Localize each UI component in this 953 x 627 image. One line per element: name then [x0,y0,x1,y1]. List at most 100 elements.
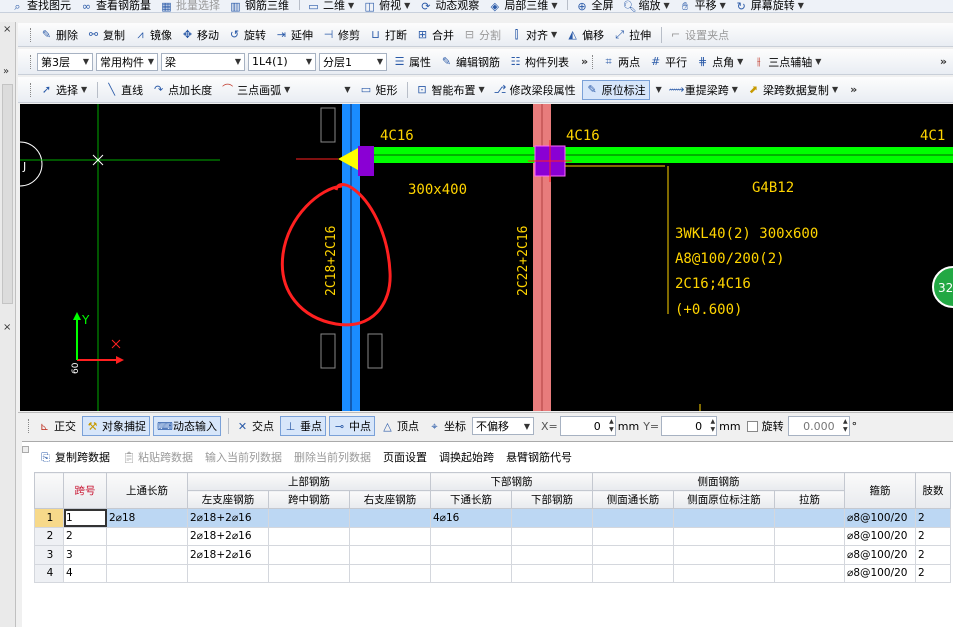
component-list-button[interactable]: ☷ 构件列表 [506,52,572,72]
span-cell[interactable]: 2 [63,526,107,546]
point-plus-length-button[interactable]: ↷ 点加长度 [149,80,215,100]
attribute-button[interactable]: ☰ 属性 [390,52,434,72]
bottom-rebar-cell[interactable] [511,545,593,565]
bottom-through-cell[interactable] [430,545,512,565]
rotate-button[interactable]: ↺ 旋转 [225,25,269,45]
top-through-header[interactable]: 上通长筋 [106,472,188,509]
find-element-button[interactable]: ⌕ 查找图元 [8,0,74,12]
side-through-cell[interactable] [592,526,674,546]
mid-span-cell[interactable] [268,563,350,583]
span-cell[interactable]: 1 [63,508,107,528]
table-row[interactable]: 3 3 2⌀18+2⌀16 ⌀8@100/20 2 [34,545,951,565]
mirror-button[interactable]: ⩘ 镜像 [131,25,175,45]
ortho-toggle[interactable]: ⊾ 正交 [35,416,79,436]
more-chevron-icon[interactable]: » [940,55,947,68]
sublayer-select[interactable]: 分层1 ▼ [319,52,387,71]
stretch-button[interactable]: ⤢ 拉伸 [610,25,654,45]
legs-header[interactable]: 肢数 [915,472,951,509]
spinner-icon[interactable]: ▲ ▼ [843,418,848,434]
element-select[interactable]: 1L4(1) ▼ [248,52,316,71]
side-inplace-cell[interactable] [673,563,775,583]
intersection-snap[interactable]: ✕ 交点 [233,416,277,436]
more-chevron-icon[interactable]: » [850,83,857,96]
three-point-arc-dropdown[interactable]: ⌒ 三点画弧 ▼ [218,80,293,100]
legs-cell[interactable]: 2 [915,508,951,528]
span-no-header[interactable]: 跨号 [63,472,107,509]
zoom-dropdown[interactable]: 🔍︎ 缩放 ▼ [619,0,672,12]
toolbar-grip[interactable] [592,54,595,69]
bottom-through-header[interactable]: 下通长筋 [430,490,512,509]
right-support-cell[interactable] [349,526,431,546]
row-number[interactable]: 3 [34,545,64,565]
close-icon[interactable]: × [3,322,11,333]
bottom-rebar-header[interactable]: 下部钢筋 [511,490,593,509]
category-select[interactable]: 常用构件 ▼ [96,52,158,71]
bottom-rebar-cell[interactable] [511,563,593,583]
extend-button[interactable]: ⇥ 延伸 [272,25,316,45]
dropdown-arrow-icon[interactable]: ▼ [656,85,662,94]
toolbar-grip[interactable] [28,419,31,433]
offset-mode-select[interactable]: 不偏移 ▼ [472,417,534,435]
mid-span-cell[interactable] [268,508,350,528]
left-support-cell[interactable]: 2⌀18+2⌀16 [187,545,269,565]
side-inplace-cell[interactable] [673,545,775,565]
left-support-cell[interactable]: 2⌀18+2⌀16 [187,526,269,546]
top-through-cell[interactable]: 2⌀18 [106,508,188,528]
left-support-cell[interactable]: 2⌀18+2⌀16 [187,508,269,528]
span-data-copy-dropdown[interactable]: ⬈ 梁跨数据复制 ▼ [744,80,841,100]
side-through-header[interactable]: 侧面通长筋 [592,490,674,509]
rectangle-button[interactable]: ▭ 矩形 [356,80,400,100]
side-inplace-header[interactable]: 侧面原位标注筋 [673,490,775,509]
select-dropdown[interactable]: ➚ 选择 ▼ [37,80,90,100]
bottom-rebar-cell[interactable] [511,526,593,546]
trim-button[interactable]: ⊣ 修剪 [319,25,363,45]
align-dropdown[interactable]: ⫿ 对齐 ▼ [507,25,560,45]
cad-canvas[interactable]: J 4C16 4C16 4C1 300x400 G4B12 3WKL40(2) … [20,104,953,411]
break-button[interactable]: ⊔ 打断 [366,25,410,45]
left-support-header[interactable]: 左支座钢筋 [187,490,269,509]
top-through-cell[interactable] [106,545,188,565]
y-input[interactable]: 0 ▲ ▼ [661,416,718,436]
parallel-button[interactable]: # 平行 [646,52,690,72]
smart-layout-dropdown[interactable]: ⊡ 智能布置 ▼ [412,80,487,100]
scrollbar[interactable] [2,84,13,304]
type-select[interactable]: 梁 ▼ [161,52,245,71]
side-through-cell[interactable] [592,508,674,528]
top-through-cell[interactable] [106,526,188,546]
re-extract-span-button[interactable]: ⟿ 重提梁跨 ▼ [666,80,741,100]
three-point-axis-button[interactable]: ⫲ 三点辅轴 ▼ [749,52,824,72]
midpoint-snap[interactable]: ⊸ 中点 [329,416,375,436]
local-3d-dropdown[interactable]: ◈ 局部三维 ▼ [485,0,560,12]
offset-button[interactable]: ◭ 偏移 [563,25,607,45]
side-through-cell[interactable] [592,563,674,583]
table-row[interactable]: 2 2 2⌀18+2⌀16 ⌀8@100/20 2 [34,526,951,546]
copy-button[interactable]: ⚯ 复制 [84,25,128,45]
set-grip-button[interactable]: ⌐ 设置夹点 [666,25,732,45]
bottom-through-cell[interactable] [430,563,512,583]
view-rebar-qty-button[interactable]: ∞ 查看钢筋量 [77,0,154,12]
floor-select[interactable]: 第3层 ▼ [37,52,93,71]
legs-cell[interactable]: 2 [915,563,951,583]
bottom-rebar-cell[interactable] [511,508,593,528]
span-cell[interactable]: 4 [63,563,107,583]
mid-span-cell[interactable] [268,526,350,546]
rotate-checkbox[interactable] [746,420,758,432]
bottom-through-cell[interactable] [430,526,512,546]
tie-cell[interactable] [774,563,845,583]
stirrup-header[interactable]: 箍筋 [844,472,916,509]
delete-column-data-button[interactable]: 删除当前列数据 [291,447,374,467]
right-support-cell[interactable] [349,563,431,583]
modify-segment-attr-button[interactable]: ⎇ 修改梁段属性 [491,80,579,100]
table-row[interactable]: 4 4 ⌀8@100/20 2 [34,563,951,583]
rotate-input[interactable]: 0.000 ▲ ▼ [787,416,850,436]
x-input[interactable]: 0 ▲ ▼ [559,416,616,436]
stirrup-cell[interactable]: ⌀8@100/20 [844,563,916,583]
spinner-icon[interactable]: ▲ ▼ [609,418,614,434]
beam-node[interactable] [358,146,374,176]
mid-span-header[interactable]: 跨中钢筋 [268,490,350,509]
tie-cell[interactable] [774,545,845,565]
perpendicular-snap[interactable]: ⊥ 垂点 [280,416,326,436]
screen-rotate-dropdown[interactable]: ↻ 屏幕旋转 ▼ [732,0,807,12]
vertex-snap[interactable]: △ 顶点 [378,416,422,436]
merge-button[interactable]: ⊞ 合并 [413,25,457,45]
